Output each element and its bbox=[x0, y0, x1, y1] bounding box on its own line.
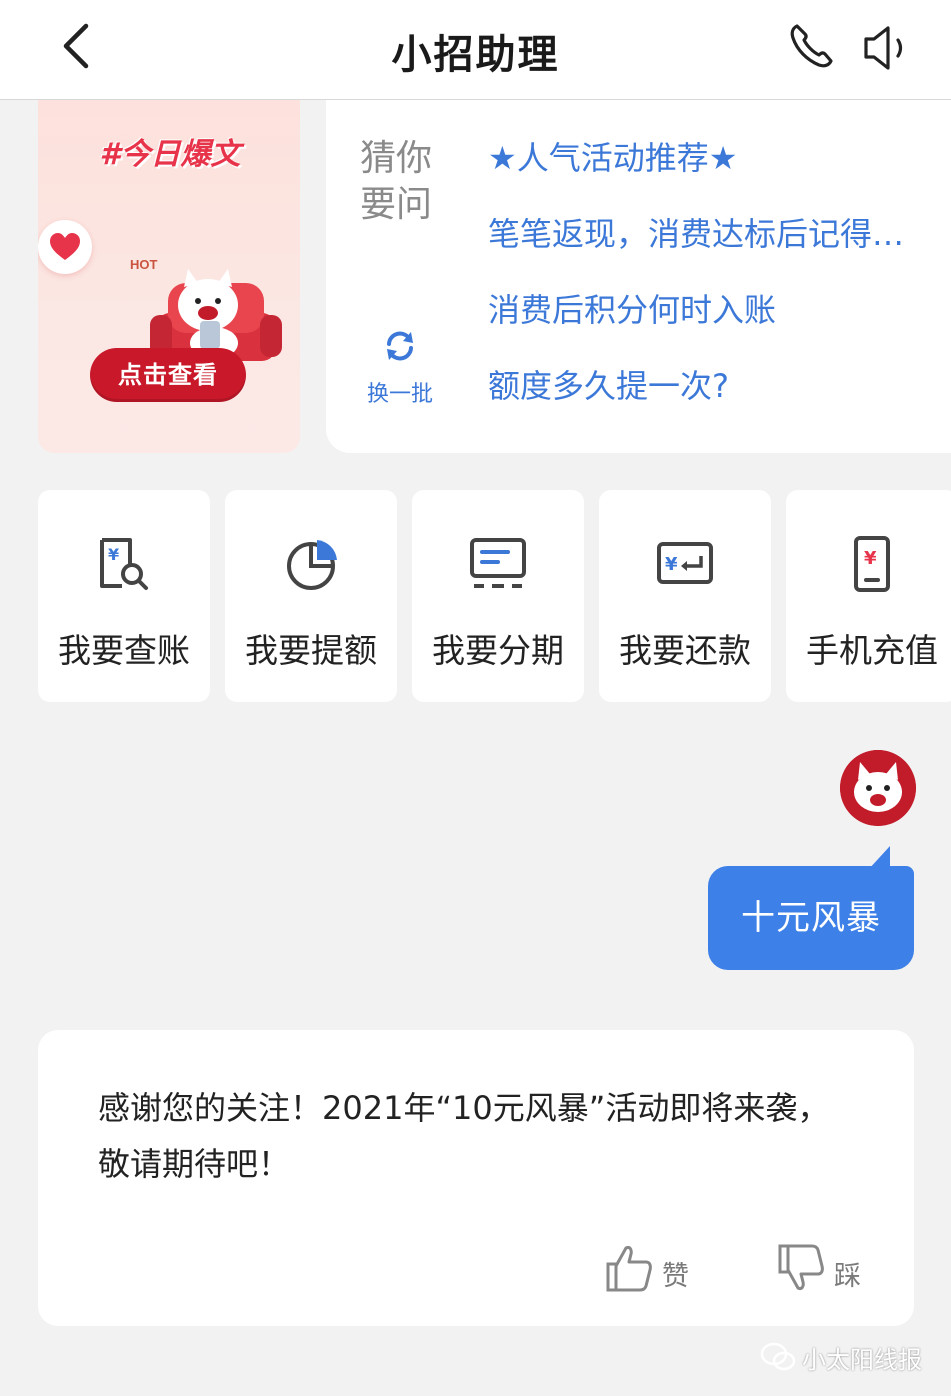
question-link[interactable]: 笔笔返现，消费达标后记得… bbox=[488, 212, 951, 288]
installment-icon bbox=[470, 538, 526, 588]
svg-text:¥: ¥ bbox=[665, 554, 678, 575]
shortcut-label: 手机充值 bbox=[806, 631, 938, 670]
question-link[interactable]: ★人气活动推荐★ bbox=[488, 136, 951, 212]
pie-chart-icon bbox=[287, 540, 337, 590]
shortcut-repay[interactable]: ¥ 我要还款 bbox=[599, 490, 771, 702]
question-link[interactable]: 额度多久提一次? bbox=[488, 364, 951, 440]
question-list: ★人气活动推荐★ 笔笔返现，消费达标后记得… 消费后积分何时入账 额度多久提一次… bbox=[488, 136, 951, 440]
refresh-button[interactable]: 换一批 bbox=[362, 328, 438, 408]
bill-search-icon: ¥ bbox=[100, 538, 148, 590]
refresh-icon bbox=[387, 331, 413, 361]
phone-icon bbox=[790, 24, 833, 68]
watermark-text: 小太阳线报 bbox=[802, 1346, 922, 1374]
banner-tag: #今日爆文 bbox=[99, 137, 241, 172]
question-link[interactable]: 消费后积分何时入账 bbox=[488, 288, 951, 364]
shortcut-label: 我要查账 bbox=[58, 631, 190, 670]
reply-text: 感谢您的关注！2021年“10元风暴”活动即将来袭，敬请期待吧！ bbox=[98, 1089, 830, 1183]
phone-recharge-icon: ¥ bbox=[854, 536, 890, 592]
svg-text:¥: ¥ bbox=[864, 548, 877, 569]
heart-icon bbox=[38, 220, 92, 274]
guess-questions-card: 猜你要问 换一批 ★人气活动推荐★ 笔笔返现，消费达标后记得… 消费后积分何时入… bbox=[326, 100, 951, 453]
shortcut-installment[interactable]: 我要分期 bbox=[412, 490, 584, 702]
shortcut-check-bill[interactable]: ¥ 我要查账 bbox=[38, 490, 210, 702]
avatar[interactable] bbox=[840, 750, 916, 826]
call-button[interactable] bbox=[785, 18, 841, 74]
shortcut-label: 我要提额 bbox=[245, 631, 377, 670]
top-bar: 小招助理 bbox=[0, 0, 951, 100]
promo-banner[interactable]: #今日爆文 HOT 点击查看 bbox=[38, 100, 300, 453]
svg-text:¥: ¥ bbox=[108, 545, 119, 564]
guess-label: 猜你要问 bbox=[360, 138, 433, 225]
wechat-icon bbox=[760, 1342, 796, 1371]
like-label: 赞 bbox=[662, 1261, 689, 1292]
view-button[interactable]: 点击查看 bbox=[90, 348, 246, 402]
voice-button[interactable] bbox=[858, 20, 914, 76]
thumbs-down-icon bbox=[778, 1244, 824, 1290]
speaker-icon bbox=[864, 26, 903, 70]
refresh-label: 换一批 bbox=[366, 382, 433, 407]
dislike-label: 踩 bbox=[834, 1261, 861, 1292]
shortcut-tiles: ¥ 我要查账 我要提额 我要分期 ¥ 我要还款 ¥ 手机充值 bbox=[38, 490, 951, 702]
watermark: 小太阳线报 bbox=[760, 1340, 940, 1374]
repay-card-icon: ¥ bbox=[657, 542, 713, 584]
user-message-bubble: 十元风暴 bbox=[708, 866, 914, 970]
assistant-reply-card: 感谢您的关注！2021年“10元风暴”活动即将来袭，敬请期待吧！ 赞 踩 bbox=[38, 1030, 914, 1326]
shortcut-phone-recharge[interactable]: ¥ 手机充值 bbox=[786, 490, 951, 702]
shortcut-label: 我要分期 bbox=[432, 631, 564, 670]
thumbs-up-icon bbox=[606, 1246, 652, 1292]
shortcut-raise-limit[interactable]: 我要提额 bbox=[225, 490, 397, 702]
shortcut-label: 我要还款 bbox=[619, 631, 751, 670]
cat-avatar-icon bbox=[840, 750, 916, 826]
